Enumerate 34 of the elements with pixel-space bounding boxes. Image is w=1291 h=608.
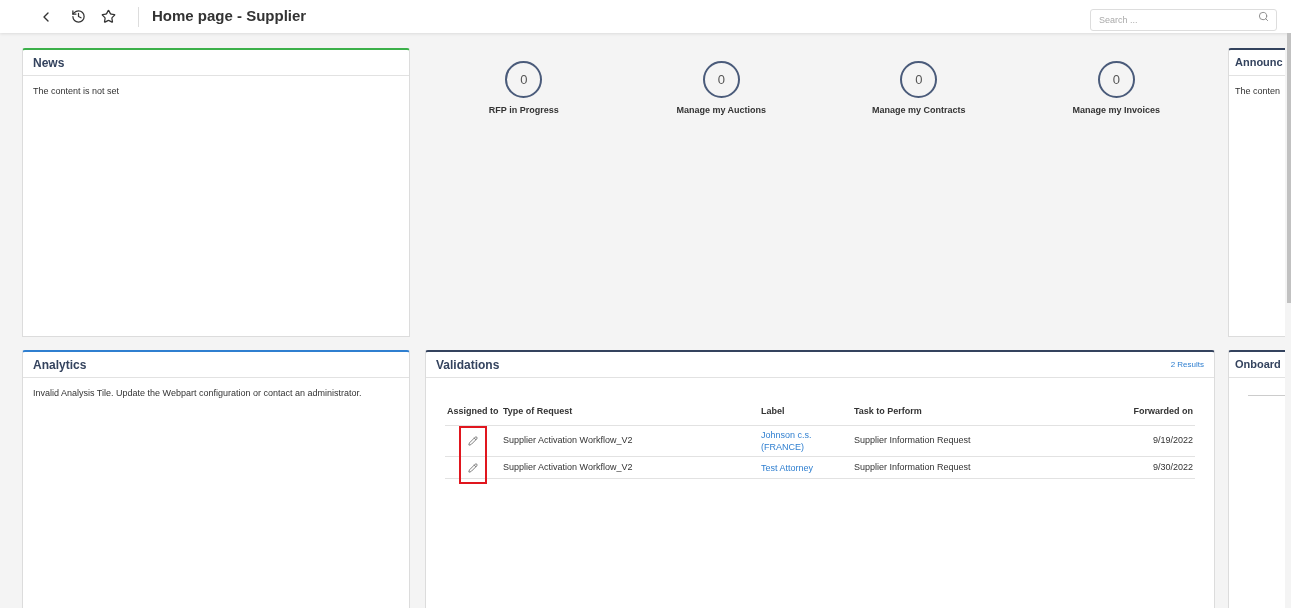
table-cell: 9/30/2022 bbox=[1075, 457, 1195, 479]
edit-icon[interactable] bbox=[468, 436, 478, 446]
scrollbar[interactable] bbox=[1287, 33, 1291, 303]
table-cell: Supplier Activation Workflow_V2 bbox=[501, 426, 759, 457]
search-field[interactable]: Search ... bbox=[1090, 8, 1277, 31]
column-header: Label bbox=[759, 398, 852, 426]
panel-title: Validations bbox=[436, 356, 500, 374]
column-header: Assigned to bbox=[445, 398, 501, 426]
panel-title: Announc bbox=[1235, 55, 1283, 71]
panel-text: Invalid Analysis Tile. Update the Webpart configuration or contact an administrator. bbox=[32, 387, 363, 400]
table-cell: Supplier Activation Workflow_V2 bbox=[501, 457, 759, 479]
column-header: Task to Perform bbox=[852, 398, 1075, 426]
history-icon[interactable] bbox=[71, 9, 86, 24]
results-link[interactable]: 2 Results bbox=[1170, 358, 1204, 371]
page-title: Home page - Supplier bbox=[152, 6, 307, 27]
panel-title: News bbox=[23, 50, 409, 76]
edit-icon[interactable] bbox=[468, 462, 478, 473]
counter-label[interactable]: Manage my Invoices bbox=[1072, 104, 1160, 118]
column-header: Type of Request bbox=[501, 398, 759, 426]
table-cell: Supplier Information Request bbox=[852, 426, 1075, 457]
table-cell: Supplier Information Request bbox=[852, 457, 1075, 479]
counter-label[interactable]: Manage my Contracts bbox=[872, 104, 966, 118]
panel-title: Analytics bbox=[23, 352, 409, 378]
panel-text: The content is not set bbox=[32, 85, 121, 98]
label-link[interactable]: Johnson c.s. (FRANCE) bbox=[759, 429, 852, 453]
counter-label[interactable]: RFP in Progress bbox=[488, 104, 559, 118]
table-cell: 9/19/2022 bbox=[1075, 426, 1195, 457]
label-link[interactable]: Test Attorney bbox=[759, 461, 814, 474]
column-header: Forwarded on bbox=[1075, 398, 1195, 426]
panel-title: Onboard bbox=[1235, 357, 1281, 373]
counter-label[interactable]: Manage my Auctions bbox=[676, 104, 767, 118]
star-icon[interactable] bbox=[101, 9, 116, 24]
panel-text: The conten bbox=[1234, 85, 1282, 98]
search-icon[interactable] bbox=[1258, 10, 1269, 22]
